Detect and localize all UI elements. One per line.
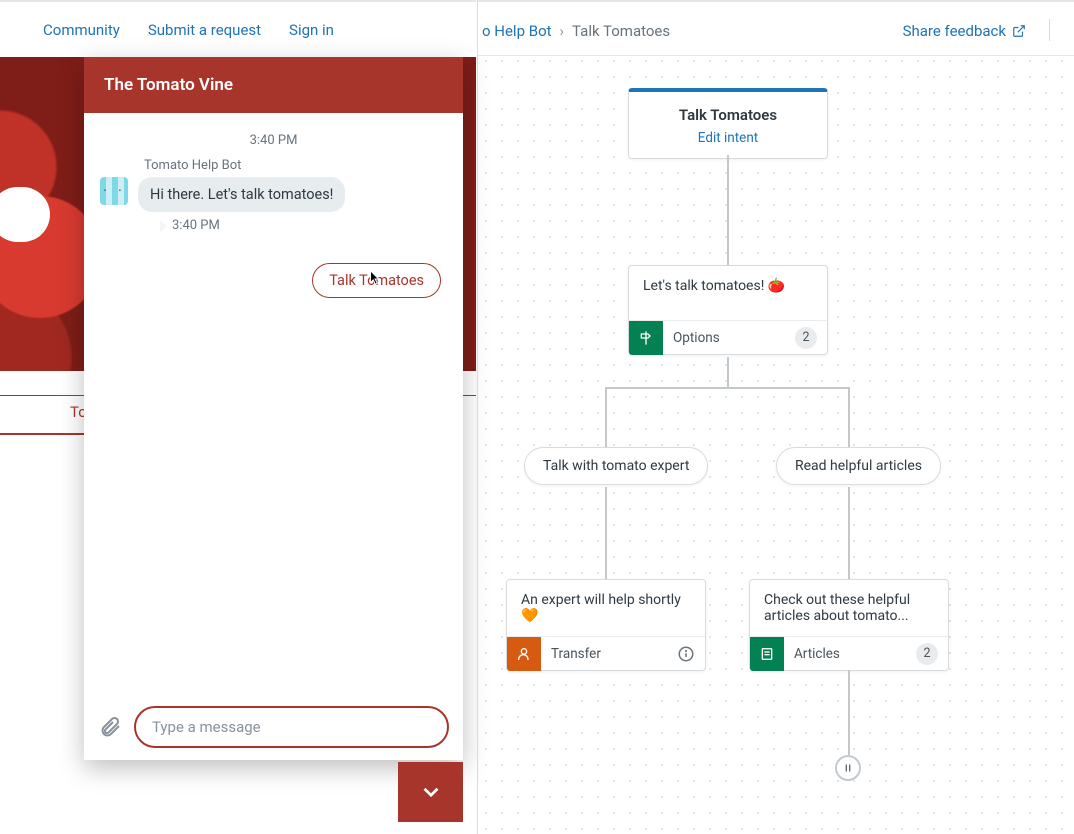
transfer-step-text: An expert will help shortly 🧡 [507, 580, 705, 636]
article-icon [750, 637, 784, 671]
tab-fragment[interactable]: To [0, 395, 84, 421]
breadcrumb-current: Talk Tomatoes [572, 22, 670, 40]
nav-community[interactable]: Community [43, 21, 120, 39]
add-step-button[interactable] [835, 755, 861, 781]
breadcrumb-prev[interactable]: o Help Bot [482, 22, 552, 40]
options-step[interactable]: Let's talk tomatoes! 🍅 Options 2 [628, 265, 828, 355]
bot-message-row: • • Hi there. Let's talk tomatoes! [100, 177, 447, 212]
pause-icon [841, 761, 855, 775]
options-count-badge: 2 [795, 327, 817, 349]
chat-title: The Tomato Vine [104, 75, 233, 95]
connector [848, 487, 850, 579]
breadcrumb: o Help Bot › Talk Tomatoes [482, 22, 670, 40]
connector [606, 387, 849, 389]
connector [605, 387, 607, 447]
nav-sign-in[interactable]: Sign in [289, 21, 334, 39]
articles-count-badge: 2 [916, 643, 938, 665]
branch-pill-articles[interactable]: Read helpful articles [776, 447, 941, 485]
nav-submit-request[interactable]: Submit a request [148, 21, 261, 39]
connector [848, 387, 850, 447]
info-icon[interactable] [677, 645, 695, 663]
edit-intent-link[interactable]: Edit intent [639, 130, 817, 146]
articles-step[interactable]: Check out these helpful articles about t… [749, 579, 949, 671]
chat-body: 3:40 PM Tomato Help Bot • • Hi there. Le… [84, 113, 463, 694]
connector [605, 487, 607, 579]
branch-pill-expert[interactable]: Talk with tomato expert [524, 447, 708, 485]
chat-timestamp: 3:40 PM [100, 133, 447, 148]
quick-reply-label: Talk Tomatoes [329, 272, 424, 289]
signpost-icon [629, 321, 663, 355]
top-nav: Community Submit a request Sign in [0, 0, 476, 57]
options-step-text: Let's talk tomatoes! 🍅 [629, 266, 827, 320]
share-feedback-label: Share feedback [903, 22, 1006, 40]
intent-title: Talk Tomatoes [639, 106, 817, 124]
search-pill-fragment [0, 187, 50, 242]
bot-message-bubble: Hi there. Let's talk tomatoes! [138, 177, 345, 212]
share-feedback-link[interactable]: Share feedback [903, 22, 1026, 40]
external-link-icon [1012, 24, 1026, 38]
connector [848, 670, 850, 755]
chevron-right-icon: › [560, 22, 565, 40]
connector [727, 357, 729, 387]
options-footer-label: Options [673, 330, 720, 346]
chat-toggle-button[interactable] [398, 762, 463, 822]
chat-message-input[interactable] [134, 706, 449, 748]
quick-reply-talk-tomatoes[interactable]: Talk Tomatoes [312, 263, 441, 298]
person-icon [507, 637, 541, 671]
chat-input-row [84, 694, 463, 760]
articles-step-text: Check out these helpful articles about t… [750, 580, 948, 636]
intent-node[interactable]: Talk Tomatoes Edit intent [628, 88, 828, 159]
chat-widget: The Tomato Vine 3:40 PM Tomato Help Bot … [84, 57, 463, 760]
attachment-icon[interactable] [98, 715, 122, 739]
articles-footer-label: Articles [794, 646, 840, 662]
flow-builder-canvas[interactable]: o Help Bot › Talk Tomatoes Share feedbac… [477, 0, 1074, 834]
transfer-footer-label: Transfer [551, 646, 601, 662]
chevron-down-icon [418, 779, 444, 805]
transfer-step[interactable]: An expert will help shortly 🧡 Transfer [506, 579, 706, 671]
chat-header: The Tomato Vine [84, 57, 463, 113]
header-divider [1049, 19, 1050, 41]
bot-name-label: Tomato Help Bot [144, 158, 447, 173]
bot-avatar: • • [100, 177, 128, 205]
connector [727, 155, 729, 265]
message-timestamp: 3:40 PM [172, 218, 447, 233]
